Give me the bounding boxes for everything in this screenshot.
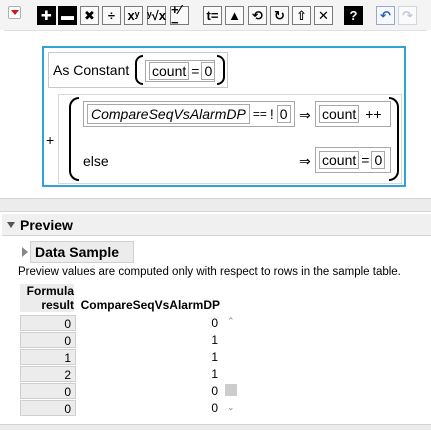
condition-variable[interactable]: CompareSeqVsAlarmDP <box>87 104 250 124</box>
red-triangle-menu-icon[interactable] <box>8 6 21 19</box>
formula-result-cell: 2 <box>20 366 76 382</box>
constant-zero[interactable]: 0 <box>201 62 216 80</box>
comparison-operator: == <box>252 107 267 121</box>
formula-result-header: Formula result <box>20 284 74 312</box>
if-right-paren <box>389 97 399 181</box>
multiply-icon[interactable]: ✖ <box>80 6 99 25</box>
as-constant-block[interactable]: As Constant count = 0 <box>48 52 228 88</box>
else-label: else <box>83 153 109 169</box>
minus-icon[interactable]: ▬ <box>58 6 77 25</box>
condition-value[interactable]: 0 <box>276 105 291 123</box>
root-icon[interactable]: ʸ√x <box>147 6 166 25</box>
formula-result-cell: 0 <box>20 400 76 416</box>
formula-result-header-line2: result <box>41 298 74 312</box>
else-assignment[interactable]: count = 0 <box>315 147 391 173</box>
preview-disclosure-icon[interactable] <box>7 222 15 228</box>
formula-result-cell: 0 <box>20 315 76 331</box>
then-arrow: ⇒ <box>299 107 311 123</box>
left-paren <box>135 55 143 85</box>
power-icon[interactable]: xʸ <box>124 6 143 25</box>
if-block[interactable]: CompareSeqVsAlarmDP == ! 0 ⇒ count ++ el… <box>58 94 402 184</box>
fraction-negate-icon[interactable]: +⁄− <box>170 3 189 29</box>
preview-title: Preview <box>20 217 73 233</box>
help-icon[interactable]: ? <box>344 6 363 25</box>
else-count-variable[interactable]: count <box>319 151 360 169</box>
not-operator: ! <box>269 106 274 122</box>
data-sample-header[interactable]: Data Sample <box>30 241 134 263</box>
formula-expression[interactable]: As Constant count = 0 + If CompareSeqVsA… <box>42 46 406 187</box>
preview-header[interactable]: Preview <box>2 214 431 236</box>
scroll-up-icon[interactable]: ⌃ <box>227 316 235 327</box>
increment-variable[interactable]: count <box>319 105 360 123</box>
divide-icon[interactable]: ÷ <box>102 6 121 25</box>
compare-value-cell: 1 <box>211 367 218 381</box>
bottom-border <box>0 424 431 430</box>
else-arrow: ⇒ <box>299 153 311 169</box>
condition-expression[interactable]: CompareSeqVsAlarmDP == ! 0 <box>83 101 295 127</box>
unpeel-icon[interactable]: ⇧ <box>292 6 311 25</box>
formula-result-cell: 0 <box>20 332 76 348</box>
right-paren <box>217 55 225 85</box>
preview-note: Preview values are computed only with re… <box>18 266 401 278</box>
assign-icon[interactable]: t= <box>203 6 222 25</box>
raise-icon[interactable]: ▲ <box>225 6 244 25</box>
formula-result-cell: 0 <box>20 383 76 399</box>
table-scrollbar[interactable]: ⌃ ⌄ <box>224 316 238 416</box>
redo-icon[interactable]: ↷ <box>398 6 417 25</box>
increment-expression[interactable]: count ++ <box>315 101 391 127</box>
compare-column-header: CompareSeqVsAlarmDP <box>80 298 220 312</box>
equals-sign: = <box>191 63 200 79</box>
plus-icon[interactable]: ✚ <box>37 6 56 25</box>
compare-value-cell: 0 <box>211 316 218 330</box>
increment-operator: ++ <box>365 106 382 122</box>
compare-value-cell: 0 <box>211 401 218 415</box>
data-sample-disclosure-icon[interactable] <box>22 247 28 257</box>
count-variable[interactable]: count <box>149 62 190 80</box>
compare-value-cell: 0 <box>211 384 218 398</box>
compare-value-cell: 1 <box>211 350 218 364</box>
formula-result-header-line1: Formula <box>26 284 74 298</box>
undo-icon[interactable]: ↶ <box>376 6 395 25</box>
panel-splitter[interactable] <box>0 198 431 212</box>
count-assignment[interactable]: count = 0 <box>145 60 216 82</box>
swap-icon[interactable]: ↻ <box>270 6 289 25</box>
else-equals-sign: = <box>361 152 370 168</box>
compare-value-cell: 1 <box>211 333 218 347</box>
if-left-paren <box>69 97 79 181</box>
as-constant-label: As Constant <box>53 62 130 78</box>
peel-icon[interactable]: ⟲ <box>248 6 267 25</box>
formula-toolbar: ✚ ▬ ✖ ÷ xʸ ʸ√x +⁄− t= ▲ ⟲ ↻ ⇧ ✕ ? ↶ ↷ <box>0 0 431 30</box>
delete-icon[interactable]: ✕ <box>314 6 333 25</box>
formula-result-cell: 1 <box>20 349 76 365</box>
scroll-thumb[interactable] <box>225 384 237 396</box>
else-constant-zero[interactable]: 0 <box>371 151 386 169</box>
scroll-down-icon[interactable]: ⌄ <box>227 402 235 413</box>
